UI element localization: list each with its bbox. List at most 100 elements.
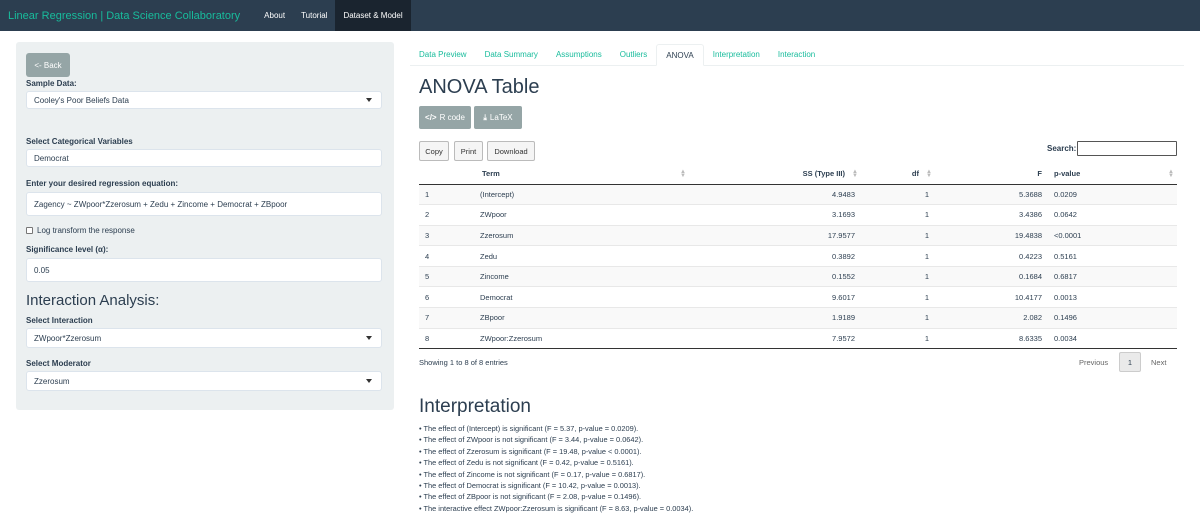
brand-title[interactable]: Linear Regression | Data Science Collabo… <box>0 0 248 31</box>
pagination-next[interactable]: Next <box>1151 358 1166 367</box>
row-term: ZWpoor:Zzerosum <box>474 327 689 350</box>
search-input[interactable] <box>1077 141 1177 156</box>
column-header-f[interactable]: F <box>935 164 1048 185</box>
list-item: • The effect of ZBpoor is not significan… <box>419 492 642 502</box>
row-term: Zzerosum <box>474 224 689 246</box>
pagination-page-1[interactable]: 1 <box>1119 352 1141 372</box>
row-f: 0.1684 <box>935 265 1048 287</box>
chevron-down-icon <box>366 379 372 383</box>
sample-data-label: Sample Data: <box>26 79 77 88</box>
categorical-input[interactable]: Democrat <box>26 149 382 167</box>
nav-about[interactable]: About <box>256 0 293 31</box>
row-term: ZBpoor <box>474 307 689 329</box>
row-term: Zincome <box>474 265 689 287</box>
tab-assumptions[interactable]: Assumptions <box>547 44 611 65</box>
equation-input[interactable]: Zagency ~ ZWpoor*Zzerosum + Zedu + Zinco… <box>26 192 382 216</box>
r-code-button[interactable]: </> R code <box>419 106 471 129</box>
categorical-label: Select Categorical Variables <box>26 137 133 146</box>
row-f: 5.3688 <box>935 183 1048 205</box>
log-transform-label: Log transform the response <box>37 226 135 235</box>
table-row: 7 ZBpoor 1.9189 1 2.082 0.1496 <box>419 307 1177 329</box>
row-f: 0.4223 <box>935 245 1048 267</box>
anova-title: ANOVA Table <box>419 76 540 98</box>
row-pvalue: 0.0209 <box>1048 183 1177 205</box>
table-row: 1 (Intercept) 4.9483 1 5.3688 0.0209 <box>419 183 1177 205</box>
row-df: 1 <box>861 307 935 329</box>
navbar: Linear Regression | Data Science Collabo… <box>0 0 1200 31</box>
row-term: ZWpoor <box>474 204 689 226</box>
copy-button[interactable]: Copy <box>419 141 449 161</box>
print-button[interactable]: Print <box>454 141 483 161</box>
table-row: 8 ZWpoor:Zzerosum 7.9572 1 8.6335 0.0034 <box>419 327 1177 350</box>
log-transform-checkbox[interactable] <box>26 227 33 234</box>
row-index: 1 <box>419 183 474 205</box>
column-header-df[interactable]: df ▲ ▼ <box>861 164 935 185</box>
sample-data-select[interactable]: Cooley's Poor Beliefs Data <box>26 91 382 109</box>
categorical-tag[interactable]: Democrat <box>34 154 69 163</box>
row-index: 5 <box>419 265 474 287</box>
interaction-value: ZWpoor*Zzerosum <box>34 333 102 343</box>
tab-outliers[interactable]: Outliers <box>611 44 657 65</box>
moderator-label: Select Moderator <box>26 359 91 368</box>
row-term: Zedu <box>474 245 689 267</box>
back-button[interactable]: <- Back <box>26 53 70 77</box>
interaction-select[interactable]: ZWpoor*Zzerosum <box>26 328 382 348</box>
sort-icon: ▲ ▼ <box>852 168 858 179</box>
tab-anova[interactable]: ANOVA <box>656 44 704 66</box>
sort-icon: ▲ ▼ <box>1168 168 1174 179</box>
row-ss: 3.1693 <box>689 204 861 226</box>
row-ss: 0.1552 <box>689 265 861 287</box>
latex-button[interactable]: ⤓ LaTeX <box>474 106 522 129</box>
table-info: Showing 1 to 8 of 8 entries <box>419 358 508 367</box>
sort-icon: ▲ ▼ <box>680 168 686 179</box>
table-row: 5 Zincome 0.1552 1 0.1684 0.6817 <box>419 265 1177 287</box>
pagination-previous[interactable]: Previous <box>1079 358 1108 367</box>
interaction-label: Select Interaction <box>26 316 93 325</box>
download-button[interactable]: Download <box>487 141 535 161</box>
significance-input[interactable]: 0.05 <box>26 258 382 282</box>
log-transform-row[interactable]: Log transform the response <box>26 226 135 235</box>
row-index: 7 <box>419 307 474 329</box>
row-index: 3 <box>419 224 474 246</box>
search-label: Search: <box>1047 144 1077 153</box>
tab-data-summary[interactable]: Data Summary <box>476 44 547 65</box>
row-f: 19.4838 <box>935 224 1048 246</box>
list-item: • The effect of Zedu is not significant … <box>419 458 634 468</box>
column-header-term[interactable]: Term ▲ ▼ <box>474 164 689 185</box>
table-row: 4 Zedu 0.3892 1 0.4223 0.5161 <box>419 245 1177 267</box>
interpretation-list: • The effect of (Intercept) is significa… <box>419 423 693 514</box>
anova-table: Term ▲ ▼ SS (Type III) ▲ ▼ df ▲ ▼ F p-value ▲ ▼ … <box>419 164 1177 350</box>
list-item: • The interactive effect ZWpoor:Zzerosum… <box>419 503 694 513</box>
tab-data-preview[interactable]: Data Preview <box>410 44 476 65</box>
chevron-down-icon <box>366 98 372 102</box>
row-f: 3.4386 <box>935 204 1048 226</box>
tab-interaction[interactable]: Interaction <box>769 44 824 65</box>
table-row: 3 Zzerosum 17.9577 1 19.4838 <0.0001 <box>419 224 1177 246</box>
row-index: 8 <box>419 327 474 350</box>
column-header-pvalue[interactable]: p-value ▲ ▼ <box>1048 164 1177 185</box>
tab-interpretation[interactable]: Interpretation <box>704 44 769 65</box>
row-pvalue: 0.6817 <box>1048 265 1177 287</box>
sample-data-value: Cooley's Poor Beliefs Data <box>34 95 129 105</box>
row-df: 1 <box>861 327 935 350</box>
row-f: 2.082 <box>935 307 1048 329</box>
row-pvalue: 0.0034 <box>1048 327 1177 350</box>
nav-dataset-model[interactable]: Dataset & Model <box>335 0 411 31</box>
list-item: • The effect of Zincome is not significa… <box>419 469 646 479</box>
row-pvalue: 0.0642 <box>1048 204 1177 226</box>
moderator-select[interactable]: Zzerosum <box>26 371 382 391</box>
row-term: Democrat <box>474 286 689 308</box>
row-f: 10.4177 <box>935 286 1048 308</box>
table-row: 2 ZWpoor 3.1693 1 3.4386 0.0642 <box>419 204 1177 226</box>
row-term: (Intercept) <box>474 183 689 205</box>
nav-tutorial[interactable]: Tutorial <box>293 0 335 31</box>
table-row: 6 Democrat 9.6017 1 10.4177 0.0013 <box>419 286 1177 308</box>
interpretation-title: Interpretation <box>419 396 531 417</box>
sort-icon: ▲ ▼ <box>926 168 932 179</box>
list-item: • The effect of Zzerosum is significant … <box>419 446 642 456</box>
column-header-ss[interactable]: SS (Type III) ▲ ▼ <box>689 164 861 185</box>
moderator-value: Zzerosum <box>34 376 70 386</box>
equation-value: Zagency ~ ZWpoor*Zzerosum + Zedu + Zinco… <box>34 199 288 209</box>
chevron-down-icon <box>366 336 372 340</box>
